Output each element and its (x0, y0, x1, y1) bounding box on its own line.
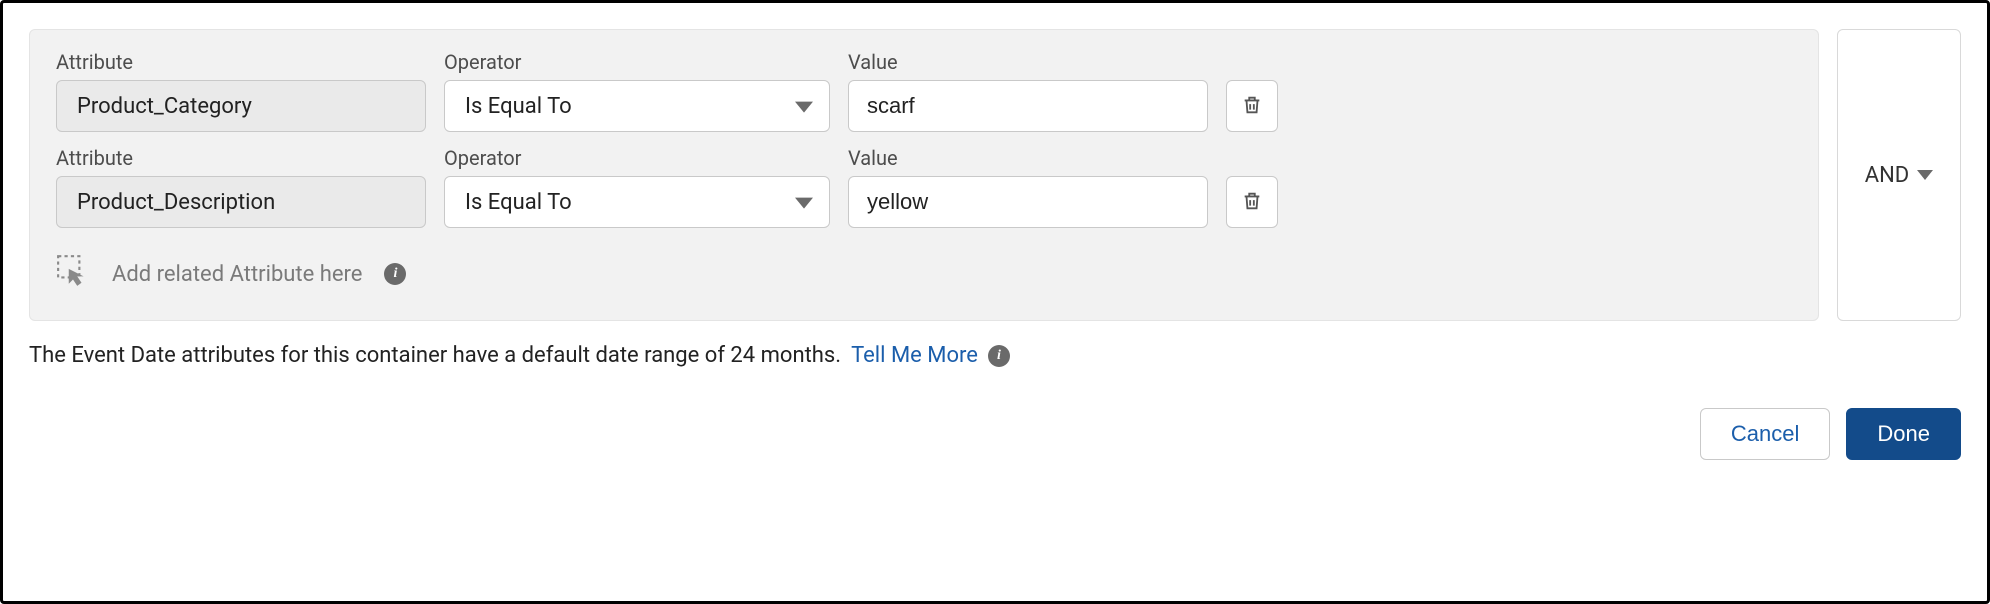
value-input[interactable] (848, 176, 1208, 228)
trash-icon (1241, 94, 1263, 119)
footer-buttons: Cancel Done (29, 408, 1961, 460)
operator-select[interactable]: Is Equal To (444, 80, 830, 132)
value-input[interactable] (848, 80, 1208, 132)
logic-operator-selector[interactable]: AND (1837, 29, 1961, 321)
attribute-label: Attribute (56, 146, 426, 170)
value-label: Value (848, 146, 1208, 170)
add-attribute-dropzone[interactable]: Add related Attribute here i (56, 254, 1792, 294)
attribute-chip-text: Product_Category (77, 94, 252, 119)
attribute-chip[interactable]: Product_Category (56, 80, 426, 132)
operator-select[interactable]: Is Equal To (444, 176, 830, 228)
chevron-down-icon (795, 102, 813, 113)
chevron-down-icon (795, 198, 813, 209)
tell-me-more-link[interactable]: Tell Me More (851, 343, 978, 368)
filter-builder-frame: Attribute Product_Category Operator Is E… (0, 0, 1990, 604)
delete-rule-button[interactable] (1226, 176, 1278, 228)
trash-icon (1241, 190, 1263, 215)
delete-rule-button[interactable] (1226, 80, 1278, 132)
value-label: Value (848, 50, 1208, 74)
attribute-chip-text: Product_Description (77, 190, 275, 215)
operator-label: Operator (444, 50, 830, 74)
hint-text: The Event Date attributes for this conta… (29, 343, 841, 368)
attribute-chip[interactable]: Product_Description (56, 176, 426, 228)
rules-panel: Attribute Product_Category Operator Is E… (29, 29, 1819, 321)
operator-select-text: Is Equal To (465, 94, 572, 119)
dropzone-text: Add related Attribute here (112, 262, 362, 287)
drag-drop-icon (56, 254, 90, 294)
done-button[interactable]: Done (1846, 408, 1961, 460)
operator-select-text: Is Equal To (465, 190, 572, 215)
chevron-down-icon (1917, 170, 1933, 180)
info-icon[interactable]: i (384, 263, 406, 285)
cancel-button[interactable]: Cancel (1700, 408, 1830, 460)
logic-operator-text: AND (1865, 163, 1909, 188)
rule-row: Attribute Product_Category Operator Is E… (56, 50, 1792, 132)
editor-row: Attribute Product_Category Operator Is E… (29, 29, 1961, 321)
info-icon[interactable]: i (988, 345, 1010, 367)
attribute-label: Attribute (56, 50, 426, 74)
operator-label: Operator (444, 146, 830, 170)
rule-row: Attribute Product_Description Operator I… (56, 146, 1792, 228)
hint-row: The Event Date attributes for this conta… (29, 343, 1961, 368)
